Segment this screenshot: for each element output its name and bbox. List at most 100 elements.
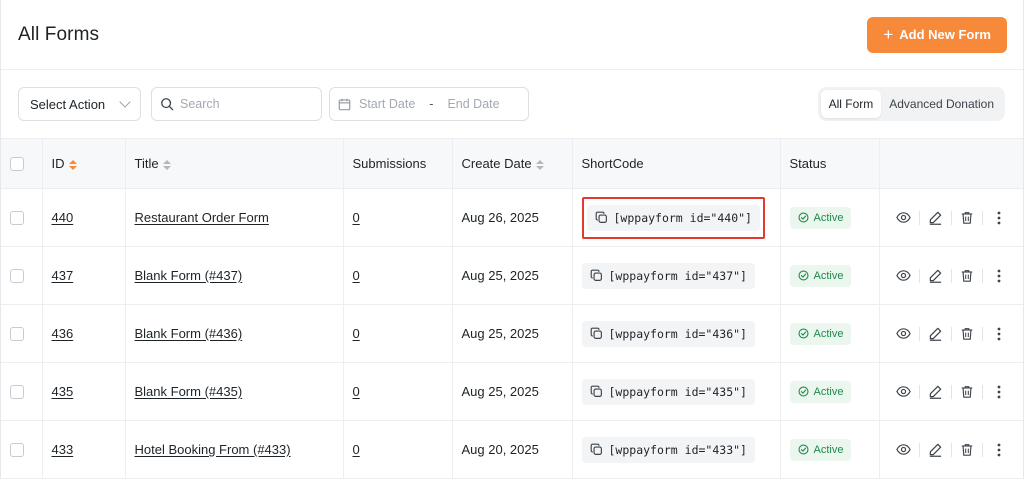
trash-icon <box>961 212 973 224</box>
actions-cell <box>879 304 1023 363</box>
view-button[interactable] <box>889 265 920 287</box>
submissions-link[interactable]: 0 <box>353 384 360 399</box>
status-badge: Active <box>789 380 852 403</box>
row-select-cell <box>1 304 43 363</box>
column-create-date[interactable]: Create Date <box>452 138 573 189</box>
end-date-placeholder[interactable]: End Date <box>447 97 499 111</box>
shortcode-cell: [wppayform id="440"] <box>572 188 781 247</box>
edit-button[interactable] <box>920 439 951 461</box>
status-cell: Active <box>780 304 880 363</box>
submissions-link[interactable]: 0 <box>353 210 360 225</box>
shortcode-text: [wppayform id="433"] <box>608 442 747 457</box>
more-actions-button[interactable] <box>983 207 1014 229</box>
date-range-picker[interactable]: Start Date - End Date <box>329 87 529 121</box>
form-title-link[interactable]: Blank Form (#436) <box>135 326 243 341</box>
title-cell: Blank Form (#436) <box>125 304 344 363</box>
more-actions-button[interactable] <box>983 381 1014 403</box>
submissions-link[interactable]: 0 <box>353 442 360 457</box>
shortcode-copy-button[interactable]: [wppayform id="437"] <box>581 262 755 289</box>
form-title-link[interactable]: Blank Form (#435) <box>135 384 243 399</box>
column-shortcode: ShortCode <box>572 138 781 189</box>
form-title-link[interactable]: Restaurant Order Form <box>135 210 269 225</box>
form-id-link[interactable]: 435 <box>52 384 74 399</box>
start-date-placeholder[interactable]: Start Date <box>359 97 415 111</box>
id-cell: 435 <box>42 362 126 421</box>
edit-button[interactable] <box>920 207 951 229</box>
form-title-link[interactable]: Blank Form (#437) <box>135 268 243 283</box>
column-id-label: ID <box>51 156 65 171</box>
submissions-link[interactable]: 0 <box>353 268 360 283</box>
status-cell: Active <box>780 420 880 479</box>
view-button[interactable] <box>889 381 920 403</box>
edit-button[interactable] <box>920 381 951 403</box>
sort-icon[interactable] <box>162 159 171 170</box>
pencil-icon <box>929 385 942 399</box>
more-actions-button[interactable] <box>983 323 1014 345</box>
view-button[interactable] <box>889 207 920 229</box>
delete-button[interactable] <box>952 323 983 345</box>
shortcode-copy-button[interactable]: [wppayform id="433"] <box>581 436 755 463</box>
form-id-link[interactable]: 440 <box>52 210 74 225</box>
more-actions-button[interactable] <box>983 439 1014 461</box>
check-circle-icon <box>797 386 809 397</box>
table-row: 440 Restaurant Order Form 0 Aug 26, 2025… <box>1 188 1023 247</box>
form-id-link[interactable]: 437 <box>52 268 74 283</box>
delete-button[interactable] <box>952 207 983 229</box>
id-cell: 440 <box>42 188 126 247</box>
submissions-cell: 0 <box>343 304 453 363</box>
delete-button[interactable] <box>952 381 983 403</box>
shortcode-text: [wppayform id="435"] <box>608 384 747 399</box>
copy-icon <box>590 269 602 281</box>
status-label: Active <box>813 269 844 282</box>
row-checkbox[interactable] <box>10 269 24 284</box>
view-button[interactable] <box>889 439 920 461</box>
row-checkbox[interactable] <box>10 443 24 458</box>
shortcode-cell: [wppayform id="435"] <box>572 362 781 421</box>
shortcode-cell: [wppayform id="433"] <box>572 420 781 479</box>
column-shortcode-label: ShortCode <box>581 156 644 171</box>
submissions-cell: 0 <box>343 188 453 247</box>
submissions-cell: 0 <box>343 420 453 479</box>
more-actions-button[interactable] <box>983 265 1014 287</box>
date-separator: - <box>429 97 434 111</box>
shortcode-text: [wppayform id="440"] <box>613 210 752 225</box>
shortcode-frame: [wppayform id="433"] <box>581 436 755 463</box>
view-button[interactable] <box>889 323 920 345</box>
row-checkbox[interactable] <box>10 211 24 226</box>
add-new-form-button[interactable]: + Add New Form <box>867 16 1007 53</box>
forms-page: All Forms + Add New Form Select Action S… <box>0 0 1024 479</box>
status-badge: Active <box>789 264 852 287</box>
shortcode-frame: [wppayform id="435"] <box>581 378 755 405</box>
delete-button[interactable] <box>952 439 983 461</box>
shortcode-copy-button[interactable]: [wppayform id="436"] <box>581 320 755 347</box>
select-all-checkbox[interactable] <box>10 157 24 172</box>
form-title-link[interactable]: Hotel Booking From (#433) <box>135 442 291 457</box>
column-id[interactable]: ID <box>42 138 126 189</box>
column-title[interactable]: Title <box>125 138 344 189</box>
sort-icon[interactable] <box>68 159 77 170</box>
sort-icon[interactable] <box>535 159 544 170</box>
edit-button[interactable] <box>920 323 951 345</box>
search-box[interactable] <box>151 87 322 121</box>
submissions-link[interactable]: 0 <box>353 326 360 341</box>
copy-icon <box>590 443 602 455</box>
id-cell: 436 <box>42 304 126 363</box>
tab-all-form[interactable]: All Form <box>820 90 882 118</box>
page-title: All Forms <box>18 23 100 45</box>
status-label: Active <box>813 385 844 398</box>
row-checkbox[interactable] <box>10 327 24 342</box>
more-vertical-icon <box>997 327 1001 340</box>
actions-cell <box>879 420 1023 479</box>
form-id-link[interactable]: 433 <box>52 442 74 457</box>
delete-button[interactable] <box>952 265 983 287</box>
form-id-link[interactable]: 436 <box>52 326 74 341</box>
shortcode-copy-button[interactable]: [wppayform id="440"] <box>586 204 760 231</box>
actions-cell <box>879 246 1023 305</box>
row-checkbox[interactable] <box>10 385 24 400</box>
bulk-action-select[interactable]: Select Action <box>18 87 141 121</box>
shortcode-copy-button[interactable]: [wppayform id="435"] <box>581 378 755 405</box>
edit-button[interactable] <box>920 265 951 287</box>
pencil-icon <box>929 443 942 457</box>
tab-advanced-donation[interactable]: Advanced Donation <box>881 90 1002 118</box>
search-input[interactable] <box>180 97 310 111</box>
